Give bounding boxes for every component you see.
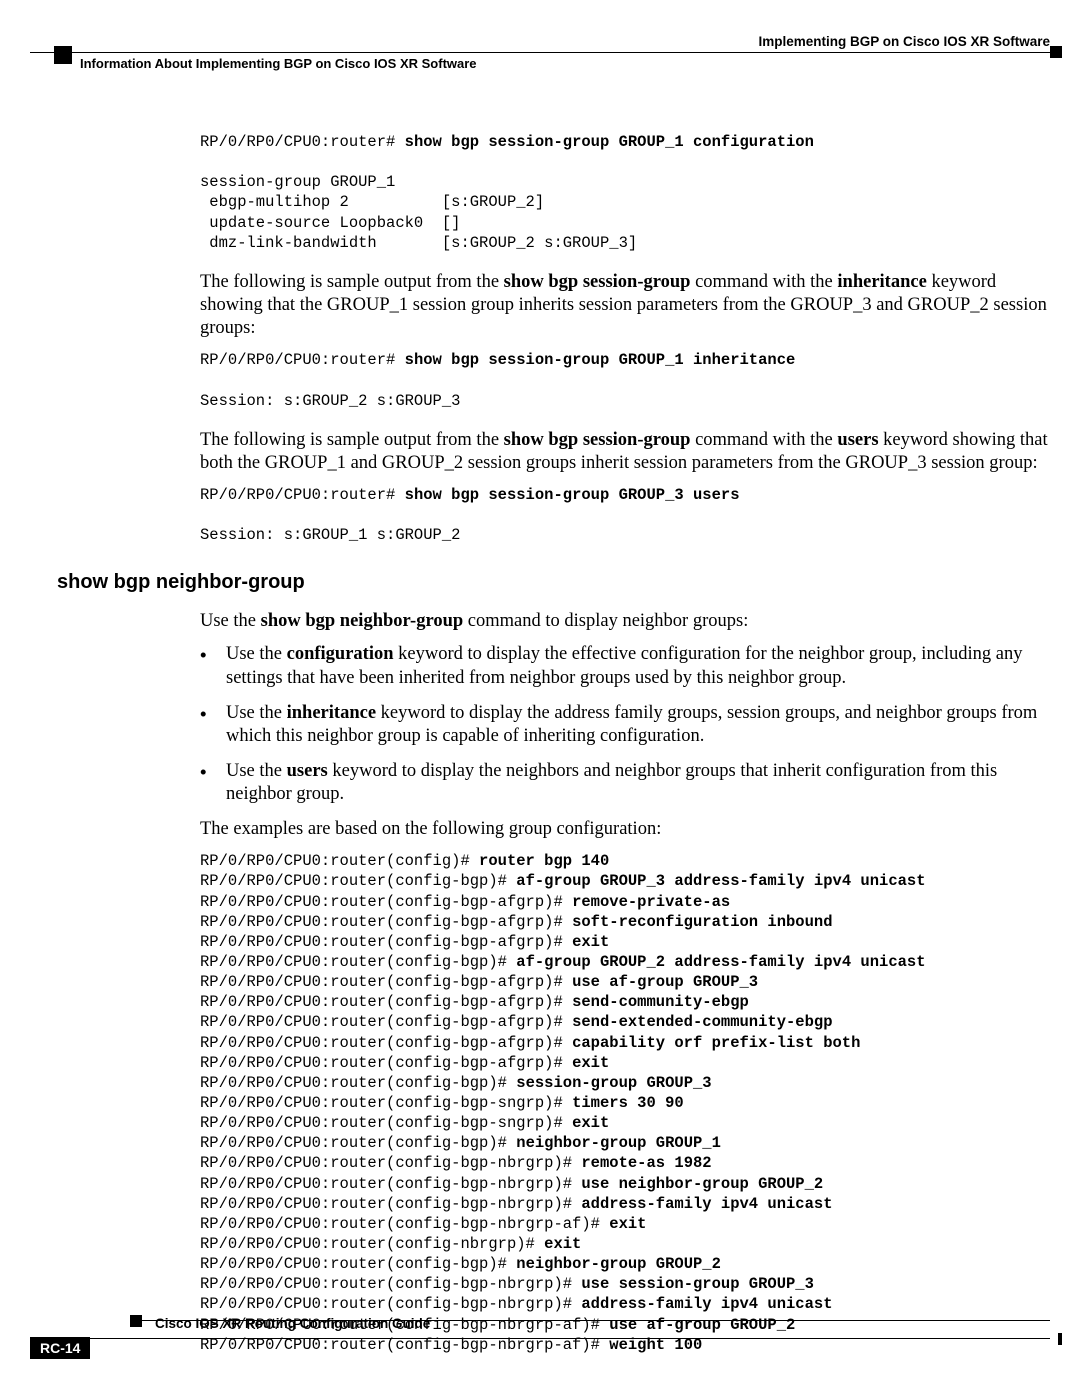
- cli-prompt: RP/0/RP0/CPU0:router(config-bgp-afgrp)#: [200, 1034, 572, 1052]
- cli-command: timers 30 90: [572, 1094, 684, 1112]
- section-heading: show bgp neighbor-group: [57, 571, 1050, 594]
- footer-rule-bottom: [30, 1338, 1050, 1339]
- cli-prompt: RP/0/RP0/CPU0:router#: [200, 351, 405, 369]
- inline-keyword: inheritance: [287, 703, 376, 723]
- inline-keyword: users: [837, 430, 878, 450]
- config-block: RP/0/RP0/CPU0:router(config)# router bgp…: [200, 851, 1050, 1355]
- cli-command: soft-reconfiguration inbound: [572, 913, 832, 931]
- footer-right-mark: [1058, 1333, 1062, 1345]
- cli-prompt: RP/0/RP0/CPU0:router(config-bgp-afgrp)#: [200, 1054, 572, 1072]
- cli-command: exit: [572, 1054, 609, 1072]
- section-body: Use the show bgp neighbor-group command …: [200, 610, 1050, 1355]
- cli-block-2: RP/0/RP0/CPU0:router# show bgp session-g…: [200, 350, 1050, 410]
- inline-command: show bgp session-group: [504, 272, 691, 292]
- cli-command: neighbor-group GROUP_2: [516, 1255, 721, 1273]
- cli-command: remote-as 1982: [581, 1154, 711, 1172]
- cli-prompt: RP/0/RP0/CPU0:router(config-bgp-afgrp)#: [200, 913, 572, 931]
- cli-prompt: RP/0/RP0/CPU0:router(config-bgp-afgrp)#: [200, 973, 572, 991]
- cli-command: router bgp 140: [479, 852, 609, 870]
- cli-prompt: RP/0/RP0/CPU0:router(config-bgp)#: [200, 1255, 516, 1273]
- document-page: Implementing BGP on Cisco IOS XR Softwar…: [0, 0, 1080, 1397]
- inline-keyword: inheritance: [837, 272, 926, 292]
- cli-command: exit: [572, 933, 609, 951]
- cli-command: exit: [572, 1114, 609, 1132]
- cli-block-3: RP/0/RP0/CPU0:router# show bgp session-g…: [200, 485, 1050, 545]
- cli-prompt: RP/0/RP0/CPU0:router(config-bgp-nbrgrp)#: [200, 1154, 581, 1172]
- inline-keyword: configuration: [287, 644, 394, 664]
- inline-keyword: users: [287, 761, 328, 781]
- cli-block-1: RP/0/RP0/CPU0:router# show bgp session-g…: [200, 132, 1050, 253]
- cli-command: neighbor-group GROUP_1: [516, 1134, 721, 1152]
- list-item: •Use the users keyword to display the ne…: [200, 760, 1050, 806]
- cli-prompt: RP/0/RP0/CPU0:router(config-bgp)#: [200, 1074, 516, 1092]
- cli-command: af-group GROUP_2 address-family ipv4 uni…: [516, 953, 925, 971]
- paragraph: The following is sample output from the …: [200, 429, 1050, 475]
- page-header: Implementing BGP on Cisco IOS XR Softwar…: [0, 0, 1080, 72]
- bullet-glyph: •: [200, 643, 226, 689]
- list-item: •Use the inheritance keyword to display …: [200, 702, 1050, 748]
- footer-glyph: [130, 1315, 142, 1327]
- cli-prompt: RP/0/RP0/CPU0:router(config-bgp)#: [200, 872, 516, 890]
- cli-prompt: RP/0/RP0/CPU0:router(config-bgp-nbrgrp)#: [200, 1195, 581, 1213]
- list-item: •Use the configuration keyword to displa…: [200, 643, 1050, 689]
- cli-command: send-community-ebgp: [572, 993, 749, 1011]
- cli-prompt: RP/0/RP0/CPU0:router(config-bgp)#: [200, 953, 516, 971]
- cli-command: address-family ipv4 unicast: [581, 1295, 832, 1313]
- cli-prompt: RP/0/RP0/CPU0:router(config-bgp-sngrp)#: [200, 1094, 572, 1112]
- cli-output: Session: s:GROUP_1 s:GROUP_2: [200, 526, 460, 544]
- cli-prompt: RP/0/RP0/CPU0:router(config-bgp-nbrgrp)#: [200, 1275, 581, 1293]
- paragraph: The examples are based on the following …: [200, 818, 1050, 841]
- cli-command: use neighbor-group GROUP_2: [581, 1175, 823, 1193]
- cli-command: use af-group GROUP_2: [609, 1316, 795, 1334]
- cli-command: capability orf prefix-list both: [572, 1034, 860, 1052]
- cli-command: exit: [544, 1235, 581, 1253]
- bullet-list: •Use the configuration keyword to displa…: [200, 643, 1050, 806]
- cli-prompt: RP/0/RP0/CPU0:router#: [200, 133, 405, 151]
- cli-command: remove-private-as: [572, 893, 730, 911]
- cli-command: session-group GROUP_3: [516, 1074, 711, 1092]
- cli-prompt: RP/0/RP0/CPU0:router(config-bgp-afgrp)#: [200, 933, 572, 951]
- cli-prompt: RP/0/RP0/CPU0:router(config-bgp-afgrp)#: [200, 1013, 572, 1031]
- header-section-glyph: [54, 46, 72, 64]
- footer-guide-title: Cisco IOS XR Routing Configuration Guide: [155, 1316, 430, 1331]
- cli-prompt: RP/0/RP0/CPU0:router(config-bgp-nbrgrp)#: [200, 1295, 581, 1313]
- page-body: RP/0/RP0/CPU0:router# show bgp session-g…: [200, 72, 1050, 545]
- cli-prompt: RP/0/RP0/CPU0:router(config-bgp-nbrgrp-a…: [200, 1215, 609, 1233]
- inline-command: show bgp session-group: [504, 430, 691, 450]
- paragraph: Use the show bgp neighbor-group command …: [200, 610, 1050, 633]
- cli-command: use af-group GROUP_3: [572, 973, 758, 991]
- cli-prompt: RP/0/RP0/CPU0:router(config-bgp-afgrp)#: [200, 893, 572, 911]
- cli-prompt: RP/0/RP0/CPU0:router(config-nbrgrp)#: [200, 1235, 544, 1253]
- page-number: RC-14: [30, 1337, 90, 1359]
- cli-prompt: RP/0/RP0/CPU0:router(config-bgp-afgrp)#: [200, 993, 572, 1011]
- paragraph: The following is sample output from the …: [200, 271, 1050, 340]
- cli-prompt: RP/0/RP0/CPU0:router#: [200, 486, 405, 504]
- cli-command: show bgp session-group GROUP_1 inheritan…: [405, 351, 796, 369]
- cli-command: address-family ipv4 unicast: [581, 1195, 832, 1213]
- cli-command: exit: [609, 1215, 646, 1233]
- bullet-glyph: •: [200, 702, 226, 748]
- cli-output: session-group GROUP_1 ebgp-multihop 2 [s…: [200, 173, 637, 251]
- header-section-title: Information About Implementing BGP on Ci…: [80, 56, 477, 71]
- cli-prompt: RP/0/RP0/CPU0:router(config)#: [200, 852, 479, 870]
- bullet-glyph: •: [200, 760, 226, 806]
- cli-prompt: RP/0/RP0/CPU0:router(config-bgp-sngrp)#: [200, 1114, 572, 1132]
- cli-prompt: RP/0/RP0/CPU0:router(config-bgp)#: [200, 1134, 516, 1152]
- cli-command: show bgp session-group GROUP_1 configura…: [405, 133, 814, 151]
- cli-command: af-group GROUP_3 address-family ipv4 uni…: [516, 872, 925, 890]
- header-doc-title: Implementing BGP on Cisco IOS XR Softwar…: [758, 34, 1050, 49]
- header-rule: [30, 52, 1062, 53]
- cli-command: send-extended-community-ebgp: [572, 1013, 832, 1031]
- cli-command: use session-group GROUP_3: [581, 1275, 814, 1293]
- cli-command: show bgp session-group GROUP_3 users: [405, 486, 740, 504]
- inline-command: show bgp neighbor-group: [261, 611, 464, 631]
- cli-prompt: RP/0/RP0/CPU0:router(config-bgp-nbrgrp)#: [200, 1175, 581, 1193]
- cli-output: Session: s:GROUP_2 s:GROUP_3: [200, 392, 460, 410]
